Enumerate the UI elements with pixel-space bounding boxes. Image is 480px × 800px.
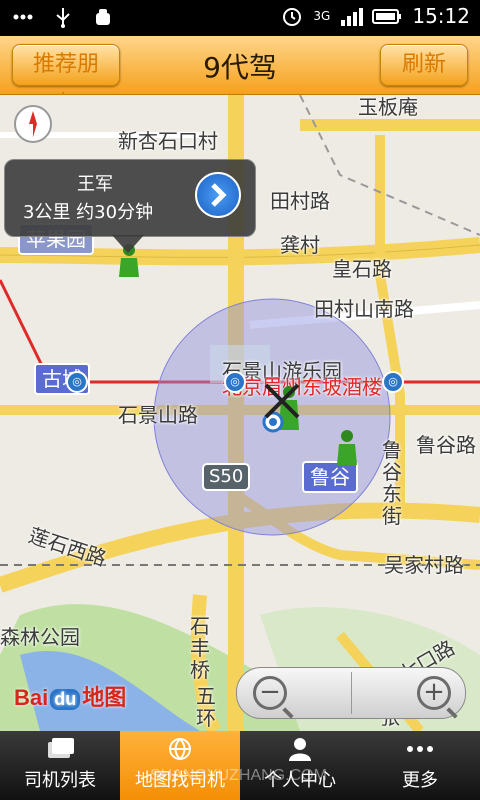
map-label: 五环 <box>196 684 216 730</box>
alarm-icon <box>281 5 303 27</box>
map-label: 田村山南路 <box>314 297 414 321</box>
map-label: 吴家村路 <box>384 553 464 577</box>
status-bar: 3G 15:12 <box>0 0 480 36</box>
driver-name: 王军 <box>77 174 113 195</box>
highway-shield: S50 <box>202 463 251 491</box>
driver-distance-time: 3公里 约30分钟 <box>23 202 154 223</box>
chevron-right-icon[interactable] <box>195 172 241 218</box>
android-debug-icon <box>92 6 114 28</box>
map-label: 石景山路 <box>118 403 198 427</box>
map-label: 玉板庵 <box>358 95 418 119</box>
crossed-marker-icon <box>264 383 300 419</box>
map-label: 鲁谷 <box>302 461 358 493</box>
driver-info-callout[interactable]: 王军 3公里 约30分钟 <box>4 159 256 237</box>
metro-station-icon: ◎ <box>224 371 246 393</box>
zoom-divider <box>351 672 352 714</box>
tab-more[interactable]: 更多 <box>360 731 480 800</box>
poi-label: 北京眉州东坡酒楼 <box>222 375 382 399</box>
map-label: 龚村 <box>280 233 320 257</box>
title-bar: 推荐朋友 9代驾 刷新 <box>0 36 480 117</box>
battery-icon <box>372 5 402 27</box>
refresh-button[interactable]: 刷新 <box>380 44 468 86</box>
tab-map-find-driver[interactable]: 地图找司机 <box>120 731 240 800</box>
baidu-map-logo: Bai du 地图 <box>14 685 127 710</box>
status-right-icons: 3G 15:12 <box>281 4 470 28</box>
zoom-in-button[interactable]: + <box>417 676 451 710</box>
status-left-icons <box>12 6 114 28</box>
more-dots-icon <box>12 6 34 28</box>
bottom-tab-bar: 司机列表 地图找司机 个人中心 更多 SHANGYUZHANG.COM <box>0 731 480 800</box>
map-label: 石丰桥 <box>190 614 210 682</box>
tab-label: 更多 <box>402 770 438 791</box>
signal-icon <box>340 5 364 27</box>
callout-pointer <box>112 235 144 253</box>
map-label: 鲁谷路 <box>416 433 476 457</box>
map-view[interactable]: 玉板庵 新杏石口村 田村路 龚村 苹果园 皇石路 田村山南路 古城 石景山游乐园… <box>0 95 480 731</box>
map-label: 新杏石口村 <box>118 129 218 153</box>
globe-icon <box>169 738 191 761</box>
zoom-out-button[interactable]: − <box>253 676 287 710</box>
tab-label: 司机列表 <box>24 770 96 791</box>
metro-station-icon: ◎ <box>382 371 404 393</box>
map-label: 森林公园 <box>0 625 80 649</box>
compass-icon[interactable] <box>14 105 52 143</box>
usb-icon <box>52 6 74 28</box>
tab-driver-list[interactable]: 司机列表 <box>0 731 120 800</box>
map-label: 鲁谷东街 <box>382 438 402 528</box>
map-label: 皇石路 <box>332 257 392 281</box>
zoom-control: − + <box>236 667 466 719</box>
driver-list-icon <box>48 738 74 758</box>
tab-personal-center[interactable]: 个人中心 <box>240 731 360 800</box>
driver-marker-icon[interactable] <box>334 429 360 465</box>
watermark: SHANGYUZHANG.COM <box>150 767 327 784</box>
person-icon <box>289 738 311 761</box>
network-type: 3G <box>313 9 331 23</box>
more-dots-icon <box>407 746 433 752</box>
metro-station-icon: ◎ <box>66 371 88 393</box>
map-label: 田村路 <box>270 189 330 213</box>
clock: 15:12 <box>412 4 470 28</box>
